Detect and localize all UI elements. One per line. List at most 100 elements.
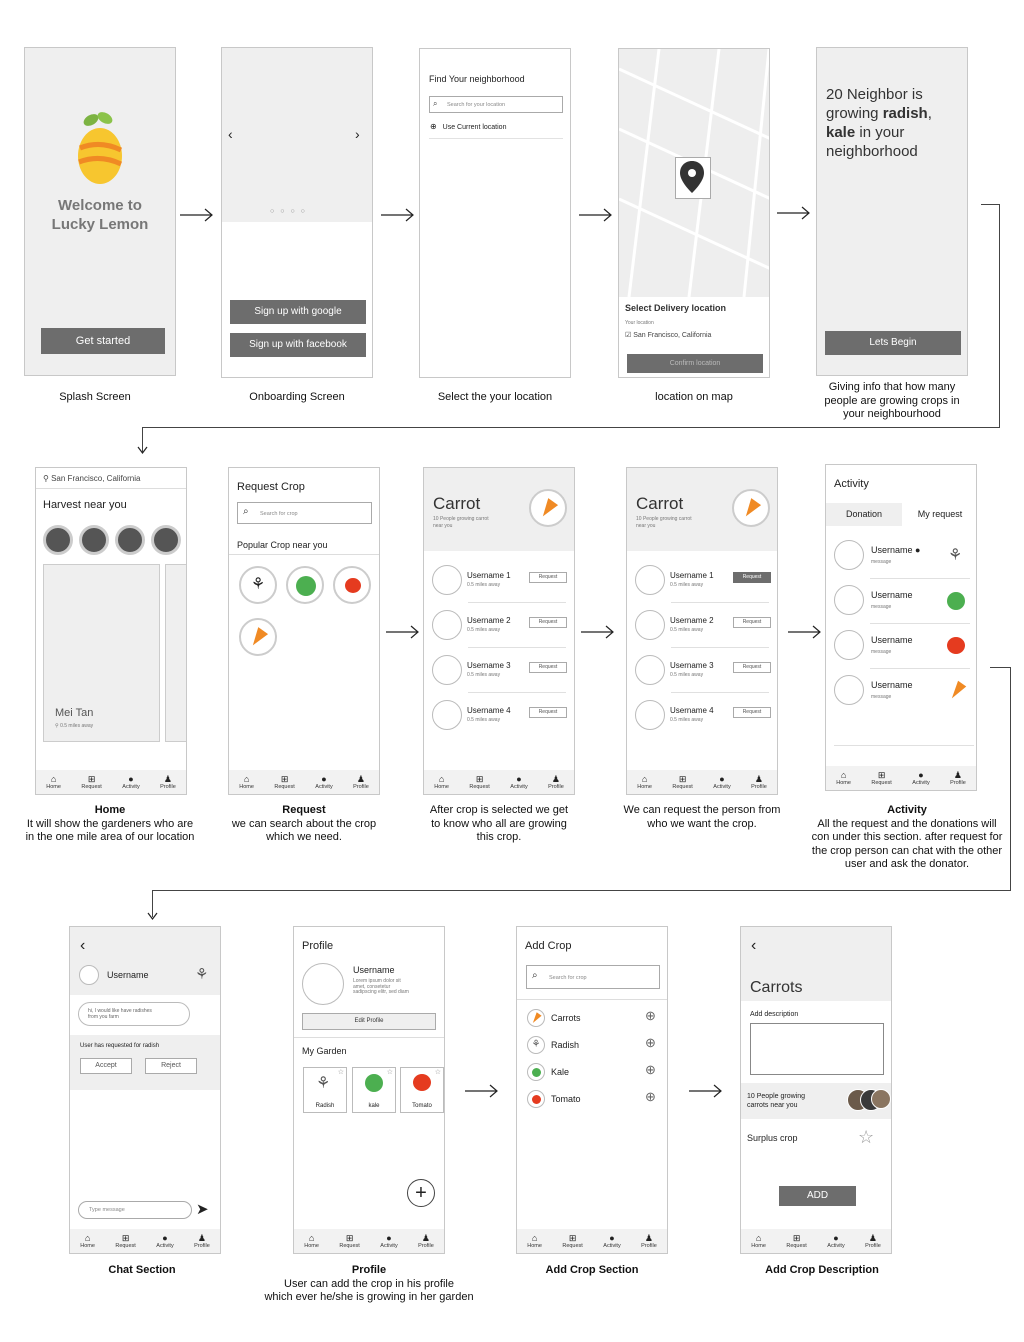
gardener-card[interactable]: Mei Tan ⚲ 0.5 miles away [43,564,160,742]
message-input[interactable]: Type message [78,1201,192,1219]
nav-home[interactable]: ⌂ Home [239,774,254,790]
nav-activity[interactable]: ● Activity [912,770,929,786]
nav-home[interactable]: ⌂ Home [304,1233,319,1249]
activity-item[interactable]: Username message [834,625,974,665]
garden-crop-tomato[interactable]: ☆ Tomato [400,1067,444,1113]
nav-profile[interactable]: ♟ Profile [865,1233,881,1249]
request-button[interactable]: Request [529,662,567,673]
nav-activity[interactable]: ● Activity [122,774,139,790]
tab-my-request[interactable]: My request [902,503,976,526]
nav-profile[interactable]: ♟ Profile [160,774,176,790]
grower-row[interactable]: Username 2 0.5 miles away Request [635,610,775,644]
nav-activity[interactable]: ● Activity [827,1233,844,1249]
nav-activity[interactable]: ● Activity [713,774,730,790]
request-button[interactable]: Request [733,617,771,628]
avatar [432,565,462,595]
activity-item[interactable]: Username message [834,670,974,710]
get-started-button[interactable]: Get started [41,328,165,354]
grower-row[interactable]: Username 2 0.5 miles away Request [432,610,572,644]
nav-home[interactable]: ⌂ Home [527,1233,542,1249]
nav-profile[interactable]: ♟ Profile [950,770,966,786]
grower-row[interactable]: Username 1 0.5 miles away Request [635,565,775,599]
story-avatars[interactable] [43,525,181,555]
nav-request[interactable]: ⊞ Request [274,774,295,790]
nav-home[interactable]: ⌂ Home [46,774,61,790]
nav-activity[interactable]: ● Activity [315,774,332,790]
add-crop-icon[interactable]: + [407,1179,435,1207]
nav-home[interactable]: ⌂ Home [434,774,449,790]
crop-option[interactable]: Tomato ⊕ [527,1089,661,1110]
nav-request[interactable]: ⊞ Request [115,1233,136,1249]
nav-profile[interactable]: ♟ Profile [194,1233,210,1249]
radish-crop[interactable]: ⚘ [239,566,277,604]
nav-home[interactable]: ⌂ Home [637,774,652,790]
location-search-input[interactable]: ⌕ Search for your location [429,96,563,113]
chevron-left-icon[interactable]: ‹ [228,126,233,142]
grower-row[interactable]: Username 3 0.5 miles away Request [432,655,572,689]
avatar [432,700,462,730]
nav-request[interactable]: ⊞ Request [469,774,490,790]
gardener-card[interactable] [165,564,186,742]
nav-request[interactable]: ⊞ Request [786,1233,807,1249]
garden-crop-radish[interactable]: ☆ ⚘ Radish [303,1067,347,1113]
star-icon[interactable]: ☆ [858,1127,874,1148]
grower-row[interactable]: Username 1 0.5 miles away Request [432,565,572,599]
crop-option[interactable]: Carrots ⊕ [527,1008,661,1029]
nav-activity[interactable]: ● Activity [380,1233,397,1249]
request-button[interactable]: Request [529,572,567,583]
nav-home[interactable]: ⌂ Home [80,1233,95,1249]
crop-search-input[interactable]: ⌕ Search for crop [526,965,660,989]
carousel-dots[interactable]: ○○○○ [270,208,311,215]
request-button[interactable]: Request [529,707,567,718]
reject-button[interactable]: Reject [145,1058,197,1074]
lets-begin-button[interactable]: Lets Begin [825,331,961,355]
add-button[interactable]: ADD [779,1186,856,1206]
nav-activity[interactable]: ● Activity [156,1233,173,1249]
grower-row[interactable]: Username 3 0.5 miles away Request [635,655,775,689]
garden-crop-kale[interactable]: ☆ kale [352,1067,396,1113]
grower-row[interactable]: Username 4 0.5 miles away Request [635,700,775,734]
nav-request[interactable]: ⊞ Request [672,774,693,790]
back-icon[interactable]: ‹ [80,937,85,955]
activity-item[interactable]: Username ● message ⚘ [834,535,974,575]
send-icon[interactable]: ➤ [196,1200,209,1218]
carrot-crop[interactable] [239,618,277,656]
crop-search-input[interactable]: ⌕ Search for crop [237,502,372,524]
activity-item[interactable]: Username message [834,580,974,620]
nav-profile[interactable]: ♟ Profile [353,774,369,790]
nav-request[interactable]: ⊞ Request [562,1233,583,1249]
request-button[interactable]: Request [733,662,771,673]
nav-profile[interactable]: ♟ Profile [641,1233,657,1249]
nav-home[interactable]: ⌂ Home [751,1233,766,1249]
kale-crop[interactable] [286,566,324,604]
crop-option[interactable]: ⚘ Radish ⊕ [527,1035,661,1056]
nav-profile[interactable]: ♟ Profile [751,774,767,790]
google-signup-button[interactable]: Sign up with google [230,300,366,324]
tomato-crop[interactable] [333,566,371,604]
nav-activity[interactable]: ● Activity [603,1233,620,1249]
facebook-signup-button[interactable]: Sign up with facebook [230,333,366,357]
nav-home[interactable]: ⌂ Home [836,770,851,786]
crop-option[interactable]: Kale ⊕ [527,1062,661,1083]
nav-request[interactable]: ⊞ Request [339,1233,360,1249]
tab-donation[interactable]: Donation [826,503,902,526]
accept-button[interactable]: Accept [80,1058,132,1074]
back-icon[interactable]: ‹ [751,937,756,955]
request-button[interactable]: Request [529,617,567,628]
nav-activity[interactable]: ● Activity [510,774,527,790]
nav-request[interactable]: ⊞ Request [871,770,892,786]
avatar [635,655,665,685]
growers-summary[interactable]: 10 People growing carrots near you [741,1083,891,1119]
nav-profile[interactable]: ♟ Profile [418,1233,434,1249]
request-button[interactable]: Request [733,707,771,718]
chevron-right-icon[interactable]: › [355,126,360,142]
edit-profile-button[interactable]: Edit Profile [302,1013,436,1030]
grower-row[interactable]: Username 4 0.5 miles away Request [432,700,572,734]
description-textarea[interactable] [750,1023,884,1075]
nav-profile[interactable]: ♟ Profile [548,774,564,790]
radish-icon: ⚘ [948,547,963,564]
use-current-location[interactable]: ⊕ Use Current location [430,122,506,131]
confirm-location-button[interactable]: Confirm location [627,354,763,373]
request-button-active[interactable]: Request [733,572,771,583]
nav-request[interactable]: ⊞ Request [81,774,102,790]
